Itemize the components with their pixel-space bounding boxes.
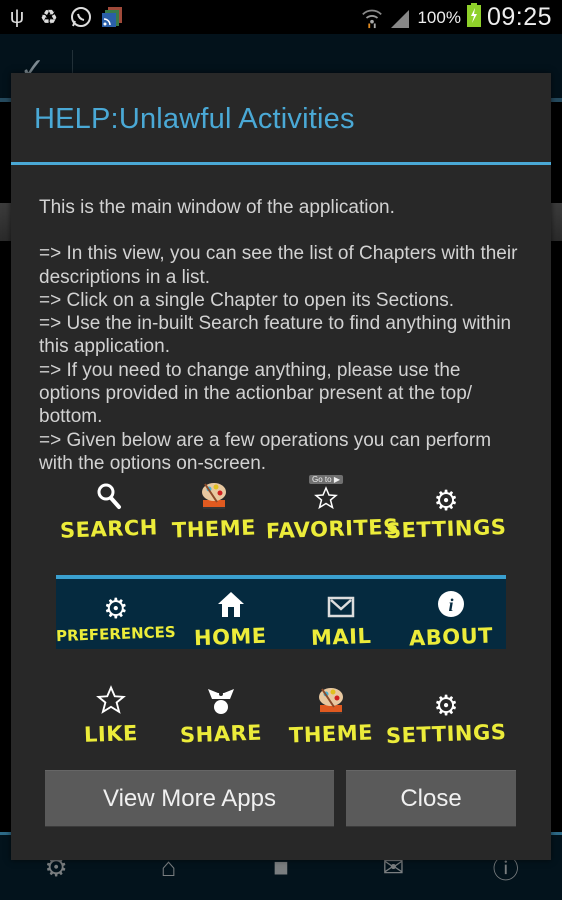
palette-icon bbox=[316, 685, 346, 720]
op-home: HOME bbox=[176, 590, 286, 651]
palette-icon bbox=[199, 480, 229, 515]
star-icon bbox=[314, 486, 338, 515]
gear-icon: ⚙ bbox=[103, 593, 129, 624]
close-button[interactable]: Close bbox=[346, 770, 516, 827]
bullet-text: => Click on a single Chapter to open its… bbox=[39, 289, 455, 311]
op-label: PREFERENCES bbox=[55, 622, 176, 646]
op-mail: MAIL bbox=[286, 593, 396, 651]
help-text: This is the main window of the applicati… bbox=[39, 196, 519, 475]
op-label: FAVORITES bbox=[265, 514, 400, 544]
op-label: MAIL bbox=[310, 623, 372, 651]
usb-icon: ψ bbox=[9, 5, 25, 28]
op-settings: ⚙ SETTINGS bbox=[385, 690, 507, 749]
op-preferences: ⚙ PREFERENCES bbox=[56, 593, 176, 649]
op-share: SHARE bbox=[166, 689, 276, 748]
op-settings: ⚙ SETTINGS bbox=[385, 485, 507, 544]
rss-reader-icon bbox=[102, 5, 124, 29]
op-label: HOME bbox=[194, 623, 268, 651]
view-more-apps-button[interactable]: View More Apps bbox=[45, 770, 334, 827]
recycle-icon: ♻ bbox=[40, 6, 58, 29]
dialog-title: HELP:Unlawful Activities bbox=[34, 103, 355, 135]
operations-row-menu: LIKE SHARE THEME ⚙ SETTINGS bbox=[56, 685, 507, 749]
operations-row-actionbar: SEARCH THEME Go to ▶ FAVORITES ⚙ SETTING… bbox=[56, 475, 507, 544]
bullet-text: => Given below are a few operations you … bbox=[39, 429, 492, 474]
op-like: LIKE bbox=[56, 685, 166, 747]
search-icon bbox=[96, 482, 122, 515]
bullet-text: => Use the in-built Search feature to fi… bbox=[39, 313, 512, 358]
op-label: LIKE bbox=[83, 721, 139, 747]
clock: 09:25 bbox=[486, 3, 552, 31]
op-theme: THEME bbox=[276, 688, 386, 748]
battery-percent: 100% bbox=[417, 7, 461, 27]
star-icon bbox=[96, 685, 126, 720]
home-icon bbox=[217, 590, 245, 623]
op-label: THEME bbox=[288, 720, 374, 748]
intro-text: This is the main window of the applicati… bbox=[39, 197, 395, 218]
operations-row-bottombar: ⚙ PREFERENCES HOME MAIL i ABOUT bbox=[56, 590, 506, 651]
gear-icon: ⚙ bbox=[433, 485, 459, 516]
status-bar: ψ ♻ 100% 09:25 bbox=[0, 0, 562, 34]
op-label: SETTINGS bbox=[385, 719, 507, 749]
svg-text:i: i bbox=[448, 595, 453, 615]
battery-charging-icon bbox=[466, 3, 481, 32]
title-divider bbox=[11, 162, 551, 165]
share-icon bbox=[206, 685, 236, 720]
op-label: SETTINGS bbox=[385, 514, 507, 544]
info-icon: i bbox=[437, 590, 465, 623]
wifi-icon bbox=[361, 6, 383, 30]
help-dialog: HELP:Unlawful Activities This is the mai… bbox=[11, 73, 551, 860]
gear-icon: ⚙ bbox=[433, 690, 459, 721]
op-theme: THEME bbox=[161, 483, 266, 543]
goto-badge: Go to ▶ bbox=[309, 475, 343, 484]
mail-icon bbox=[327, 596, 355, 623]
op-favorites: Go to ▶ FAVORITES bbox=[266, 475, 399, 543]
op-search: SEARCH bbox=[56, 482, 161, 543]
whatsapp-icon bbox=[70, 5, 92, 29]
op-label: ABOUT bbox=[408, 623, 494, 651]
op-label: THEME bbox=[171, 515, 256, 543]
bullet-text: => If you need to change anything, pleas… bbox=[39, 359, 473, 428]
op-about: i ABOUT bbox=[396, 590, 506, 651]
signal-icon bbox=[389, 6, 411, 30]
op-label: SHARE bbox=[179, 720, 263, 748]
op-label: SEARCH bbox=[59, 515, 158, 543]
bullet-text: => In this view, you can see the list of… bbox=[39, 243, 518, 288]
